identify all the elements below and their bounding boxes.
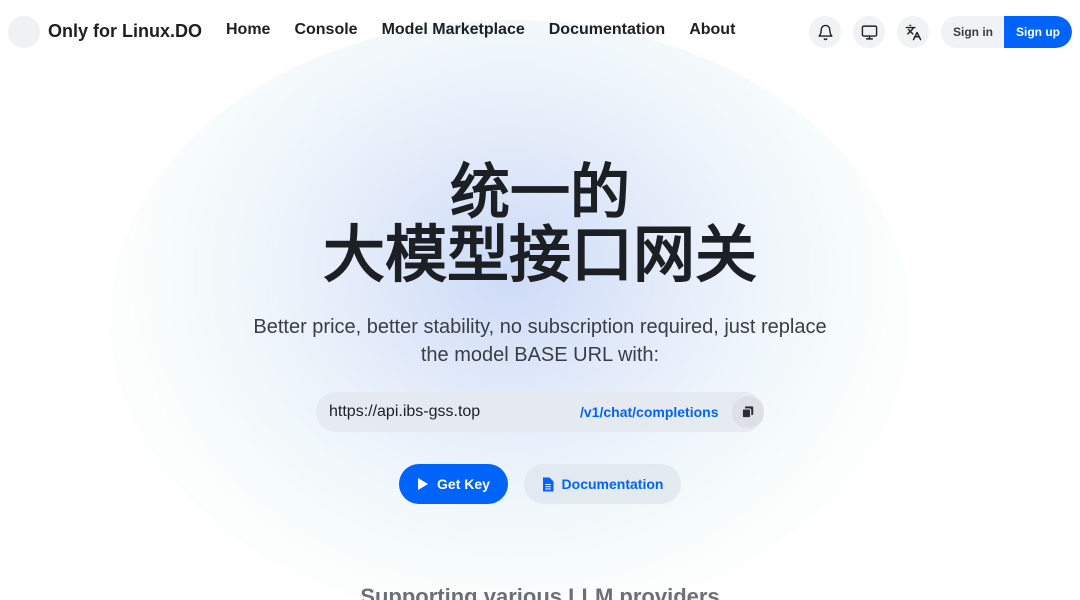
hero-title-line1: 统一的 — [450, 158, 630, 228]
nav-home[interactable]: Home — [226, 21, 270, 39]
nav-links: Home Console Model Marketplace Documenta… — [226, 21, 759, 39]
monitor-icon — [861, 24, 877, 40]
display-mode-button[interactable] — [853, 16, 885, 48]
hero-background-glow — [110, 20, 910, 600]
copy-url-button[interactable] — [732, 396, 764, 428]
play-icon — [418, 478, 429, 490]
translate-icon — [905, 24, 921, 40]
nav-documentation[interactable]: Documentation — [549, 21, 665, 39]
nav-model-marketplace[interactable]: Model Marketplace — [382, 21, 525, 39]
sign-up-button[interactable]: Sign up — [1004, 16, 1072, 48]
nav-about[interactable]: About — [689, 21, 735, 39]
documentation-label: Documentation — [561, 476, 664, 492]
endpoint-path[interactable]: /v1/chat/completions — [580, 404, 718, 420]
brand-name[interactable]: Only for Linux.DO — [48, 21, 202, 42]
hero-title-line2: 大模型接口网关 — [322, 218, 757, 291]
bell-icon — [817, 24, 833, 40]
hero-title: 统一的 大模型接口网关 — [0, 162, 1080, 286]
auth-buttons: Sign in Sign up — [941, 16, 1072, 48]
base-url-box: https://api.ibs-gss.top /v1/chat/complet… — [316, 392, 764, 432]
top-navbar: Only for Linux.DO Home Console Model Mar… — [0, 0, 1080, 64]
get-key-label: Get Key — [437, 476, 490, 492]
document-icon — [542, 477, 554, 491]
copy-icon — [741, 406, 754, 419]
base-url-text: https://api.ibs-gss.top — [329, 403, 481, 420]
logo[interactable] — [8, 16, 40, 48]
nav-console[interactable]: Console — [294, 21, 357, 39]
providers-heading: Supporting various LLM providers — [360, 584, 720, 600]
sign-in-button[interactable]: Sign in — [941, 16, 1004, 48]
documentation-button[interactable]: Documentation — [524, 464, 681, 504]
notifications-button[interactable] — [809, 16, 841, 48]
hero-subtitle: Better price, better stability, no subsc… — [253, 316, 827, 366]
language-button[interactable] — [897, 16, 929, 48]
get-key-button[interactable]: Get Key — [399, 464, 508, 504]
